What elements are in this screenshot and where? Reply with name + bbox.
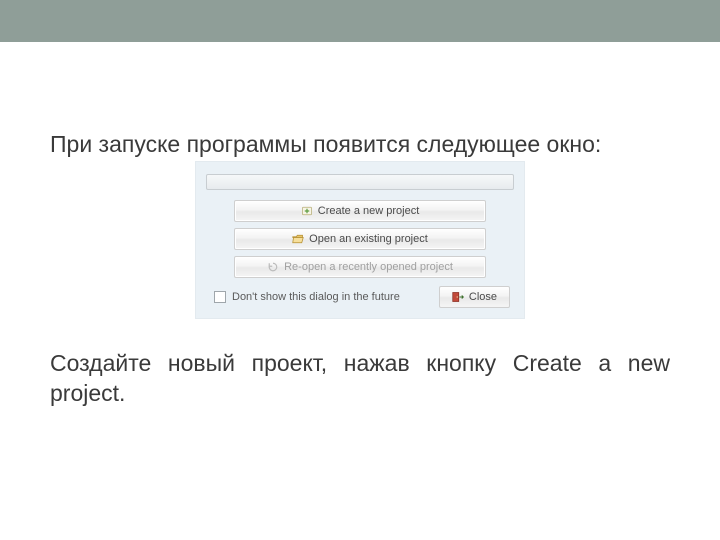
open-project-label: Open an existing project	[309, 233, 428, 245]
dialog-bottom-row: Don't show this dialog in the future Clo…	[206, 286, 514, 308]
instruction-paragraph: Создайте новый проект, нажав кнопку Crea…	[50, 349, 670, 408]
dont-show-label: Don't show this dialog in the future	[232, 291, 400, 303]
dialog-figure: Create a new project Open an existing pr…	[50, 161, 670, 319]
checkbox-box	[214, 291, 226, 303]
open-project-button[interactable]: Open an existing project	[234, 228, 486, 250]
close-label: Close	[469, 291, 497, 303]
create-project-button[interactable]: Create a new project	[234, 200, 486, 222]
startup-dialog: Create a new project Open an existing pr…	[195, 161, 525, 319]
create-project-label: Create a new project	[318, 205, 420, 217]
close-door-icon	[452, 291, 464, 303]
reopen-project-label: Re-open a recently opened project	[284, 261, 453, 273]
slide-content: При запуске программы появится следующее…	[0, 42, 720, 408]
reopen-icon	[267, 261, 279, 273]
close-button[interactable]: Close	[439, 286, 510, 308]
reopen-project-button[interactable]: Re-open a recently opened project	[234, 256, 486, 278]
dont-show-checkbox[interactable]: Don't show this dialog in the future	[214, 291, 400, 303]
new-project-icon	[301, 205, 313, 217]
intro-paragraph: При запуске программы появится следующее…	[50, 130, 670, 159]
slide-header-bar	[0, 0, 720, 42]
open-folder-icon	[292, 233, 304, 245]
dialog-titlebar	[206, 174, 514, 190]
